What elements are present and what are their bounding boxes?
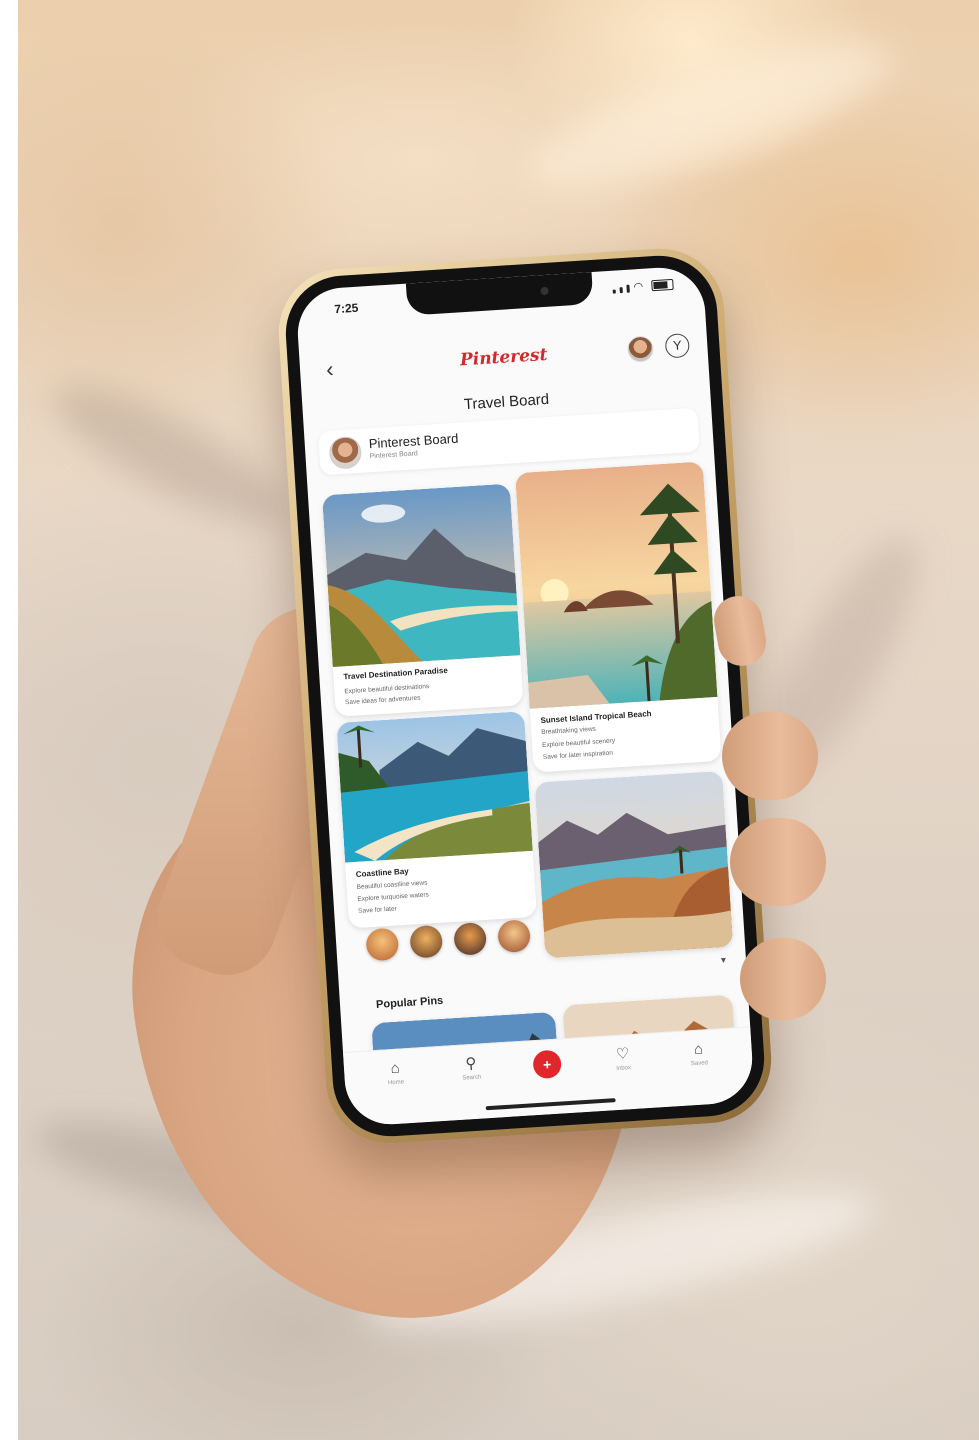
left-border <box>0 0 18 1440</box>
pin-image <box>336 711 533 863</box>
chat-icon: ♡ <box>615 1045 630 1063</box>
signal-icon <box>612 289 616 294</box>
nav-add[interactable]: + <box>521 1049 573 1080</box>
hand-finger <box>740 938 826 1020</box>
nav-label: Saved <box>690 1060 709 1068</box>
hand-finger <box>730 818 826 906</box>
pin-image <box>322 483 521 668</box>
pin-card[interactable] <box>534 770 734 959</box>
board-name: Pinterest Board <box>368 430 459 452</box>
pin-card[interactable]: Sunset Island Tropical Beach Breathtakin… <box>514 461 722 773</box>
pin-meta: Save ideas for adventures <box>344 694 421 707</box>
pin-title: Travel Destination Paradise <box>343 665 449 682</box>
wifi-icon: ◠ <box>633 280 644 294</box>
top-bar: ‹ Pinterest Y <box>299 329 708 391</box>
add-icon: + <box>532 1049 563 1080</box>
search-icon: ⚲ <box>464 1054 477 1073</box>
smartphone: 7:25 ◠ ‹ Pinterest Y Travel Board Pinter… <box>274 244 776 1148</box>
hand-finger <box>722 712 818 800</box>
pin-card[interactable]: Travel Destination Paradise Explore beau… <box>322 483 524 717</box>
status-time: 7:25 <box>333 300 359 317</box>
signal-icon <box>619 287 623 294</box>
board-avatar <box>328 435 363 470</box>
home-icon: ⌂ <box>390 1059 401 1078</box>
pin-title: Sunset Island Tropical Beach <box>540 709 652 726</box>
pin-meta: Save for later inspiration <box>542 749 614 761</box>
nav-inbox[interactable]: ♡ Inbox <box>597 1044 649 1073</box>
pin-image <box>514 461 718 709</box>
avatar[interactable] <box>626 335 655 363</box>
story-circle[interactable] <box>453 921 488 956</box>
pin-meta: Explore turquoise waters <box>357 891 430 903</box>
photo-scene: 7:25 ◠ ‹ Pinterest Y Travel Board Pinter… <box>0 0 979 1440</box>
pin-meta: Breathtaking views <box>541 725 597 737</box>
board-subtitle: Pinterest Board <box>369 450 419 461</box>
nav-label: Inbox <box>616 1065 632 1072</box>
nav-search[interactable]: ⚲ Search <box>445 1054 497 1083</box>
signal-icon <box>626 284 630 293</box>
nav-saved[interactable]: ⌂ Saved <box>673 1039 725 1068</box>
pin-title: Coastline Bay <box>355 866 409 879</box>
chevron-down-icon[interactable]: ▾ <box>721 955 727 966</box>
home-indicator <box>485 1098 616 1111</box>
story-circle[interactable] <box>497 919 532 954</box>
phone-screen: 7:25 ◠ ‹ Pinterest Y Travel Board Pinter… <box>295 265 755 1127</box>
story-circle[interactable] <box>365 927 400 962</box>
pin-meta: Beautiful coastline views <box>356 879 428 891</box>
pin-card[interactable]: Coastline Bay Beautiful coastline views … <box>336 711 537 929</box>
section-label: Popular Pins <box>375 994 444 1011</box>
camera-icon <box>540 286 549 296</box>
status-icons: ◠ <box>612 278 674 294</box>
pin-meta: Explore beautiful scenery <box>541 737 616 750</box>
story-circle[interactable] <box>409 924 444 959</box>
battery-icon <box>651 278 674 292</box>
nav-label: Home <box>387 1079 405 1087</box>
nav-home[interactable]: ⌂ Home <box>370 1058 422 1087</box>
nav-label: Search <box>462 1074 482 1082</box>
pin-meta: Explore beautiful destinations <box>344 683 430 696</box>
pin-image <box>534 770 734 959</box>
pin-meta: Save for later <box>357 905 398 915</box>
profile-icon: ⌂ <box>693 1040 704 1059</box>
